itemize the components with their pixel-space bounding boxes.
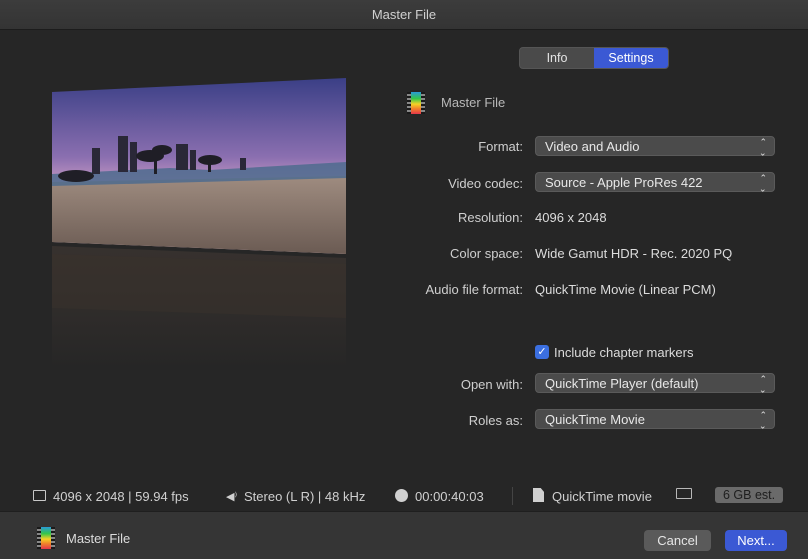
footer-share-name: Master File (66, 531, 131, 546)
open-with-label: Open with: (460, 377, 523, 392)
audio-info: Stereo (L R) | 48 kHz (244, 489, 366, 504)
video-codec-select[interactable]: Source - Apple ProRes 422 ⌃ ⌃ (535, 172, 775, 193)
chevron-up-down-icon: ⌃ ⌃ (759, 173, 767, 193)
cancel-button[interactable]: Cancel (644, 530, 711, 551)
open-with-value: QuickTime Player (default) (545, 376, 699, 391)
chevron-up-down-icon: ⌃ ⌃ (759, 374, 767, 394)
divider (512, 487, 513, 505)
audio-file-format-label: Audio file format: (425, 282, 523, 297)
tab-info[interactable]: Info (520, 48, 594, 68)
chevron-up-down-icon: ⌃ ⌃ (759, 137, 767, 157)
file-type: QuickTime movie (552, 489, 652, 504)
roles-as-value: QuickTime Movie (545, 412, 645, 427)
roles-as-label: Roles as: (468, 413, 523, 428)
footer-bar: Master File Cancel Next... (0, 511, 808, 559)
chapter-markers-checkbox[interactable]: ✓ (535, 345, 549, 359)
format-select[interactable]: Video and Audio ⌃ ⌃ (535, 136, 775, 157)
film-icon (407, 92, 425, 114)
video-info: 4096 x 2048 | 59.94 fps (53, 489, 189, 504)
clock-icon (395, 489, 408, 502)
video-preview-thumbnail (52, 78, 346, 368)
tab-segmented-control: Info Settings (519, 47, 669, 69)
open-with-select[interactable]: QuickTime Player (default) ⌃ ⌃ (535, 373, 775, 394)
format-label: Format: (478, 139, 523, 154)
share-name: Master File (441, 95, 506, 110)
chapter-markers-label[interactable]: Include chapter markers (554, 345, 693, 360)
video-codec-value: Source - Apple ProRes 422 (545, 175, 703, 190)
window-title: Master File (0, 0, 808, 30)
speaker-icon: ◀︎⁾ (226, 491, 238, 503)
duration: 00:00:40:03 (415, 489, 484, 504)
chevron-up-down-icon: ⌃ ⌃ (759, 410, 767, 430)
tab-settings[interactable]: Settings (594, 48, 668, 68)
color-space-value: Wide Gamut HDR - Rec. 2020 PQ (535, 246, 733, 261)
frame-size-icon (33, 490, 46, 501)
format-value: Video and Audio (545, 139, 640, 154)
audio-file-format-value: QuickTime Movie (Linear PCM) (535, 282, 716, 297)
document-icon (533, 488, 544, 502)
display-icon (676, 488, 692, 499)
next-button[interactable]: Next... (725, 530, 787, 551)
resolution-value: 4096 x 2048 (535, 210, 607, 225)
status-bar: 4096 x 2048 | 59.94 fps ◀︎⁾ Stereo (L R)… (0, 481, 808, 511)
film-icon (37, 527, 55, 549)
size-estimate-badge: 6 GB est. (715, 487, 784, 503)
roles-as-select[interactable]: QuickTime Movie ⌃ ⌃ (535, 409, 775, 430)
color-space-label: Color space: (450, 246, 523, 261)
video-codec-label: Video codec: (448, 176, 523, 191)
resolution-label: Resolution: (457, 210, 523, 225)
